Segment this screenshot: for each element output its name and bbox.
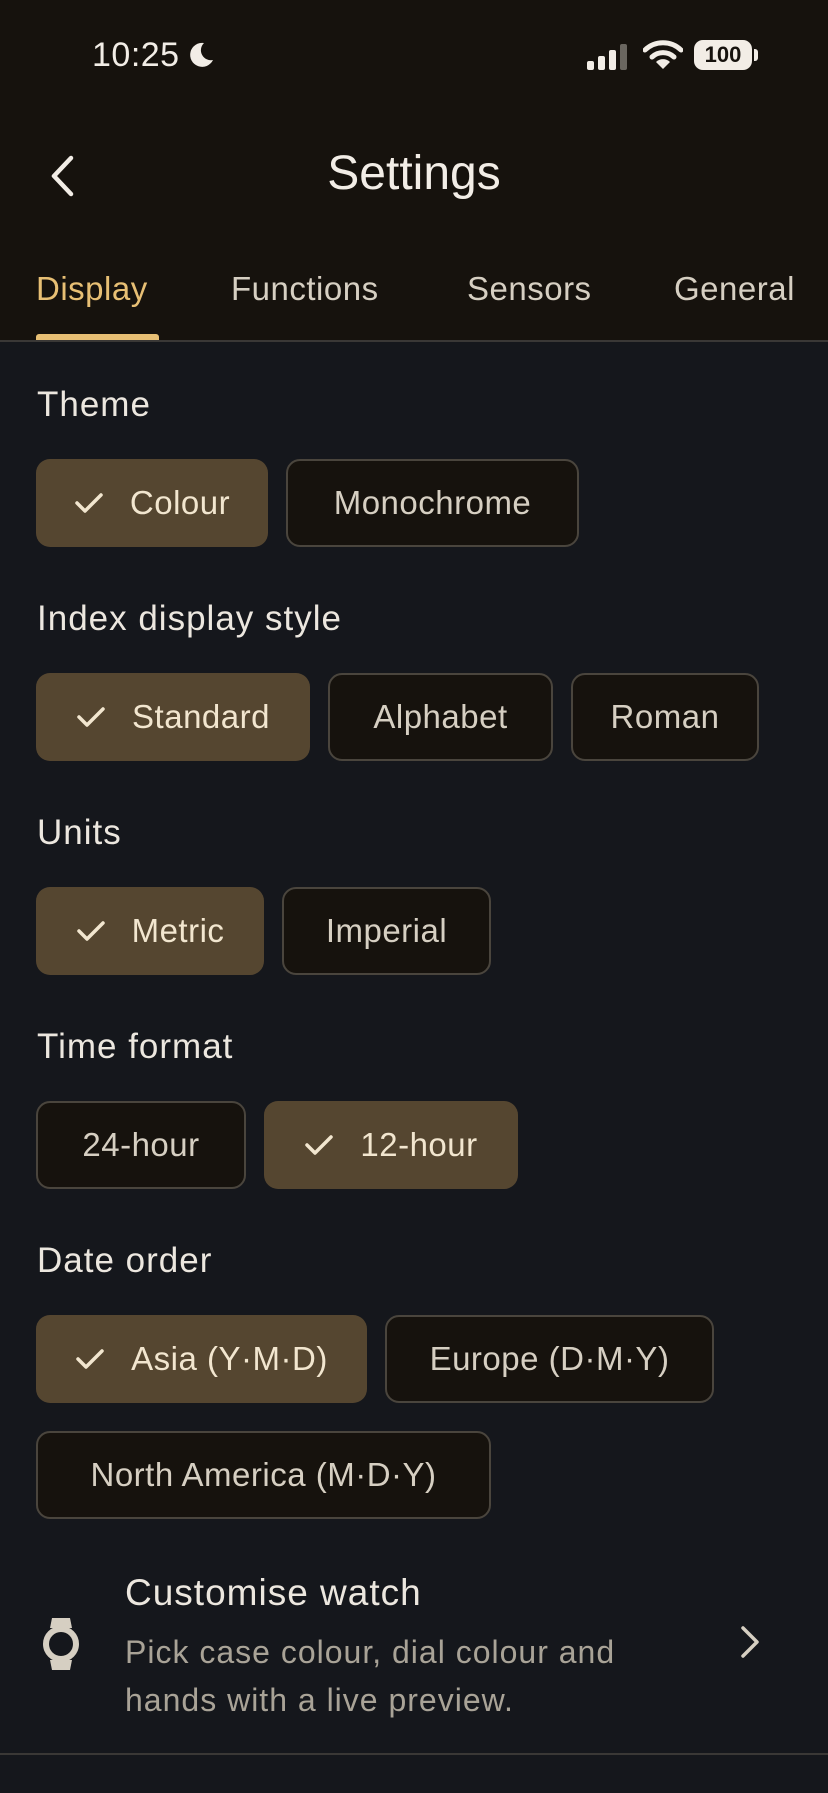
- check-icon: [77, 707, 105, 727]
- customise-watch-description: Pick case colour, dial colour and hands …: [125, 1634, 616, 1718]
- chip-label: Asia (Y·M·D): [131, 1340, 328, 1377]
- wifi-icon: [643, 40, 683, 69]
- check-icon: [76, 921, 105, 941]
- date-europe-chip[interactable]: Europe (D·M·Y): [385, 1315, 714, 1403]
- section-divider: [0, 1753, 828, 1755]
- chip-label: 24-hour: [82, 1126, 200, 1163]
- chip-label: North America (M·D·Y): [90, 1456, 437, 1493]
- tab-display[interactable]: Display: [36, 270, 148, 308]
- theme-label: Theme: [37, 385, 151, 424]
- watch-icon: [43, 1618, 79, 1670]
- tab-sensors[interactable]: Sensors: [467, 270, 592, 308]
- cellular-signal-icon: [587, 44, 627, 70]
- check-icon: [76, 1349, 104, 1369]
- tab-general[interactable]: General: [674, 270, 795, 308]
- customise-watch-title: Customise watch: [125, 1572, 422, 1613]
- chip-label: Europe (D·M·Y): [429, 1340, 670, 1377]
- time-format-label: Time format: [37, 1027, 234, 1066]
- date-asia-chip[interactable]: Asia (Y·M·D): [36, 1315, 367, 1403]
- page-title: Settings: [327, 147, 501, 200]
- moon-icon: [190, 42, 213, 67]
- chip-label: Metric: [131, 912, 225, 949]
- theme-colour-chip[interactable]: Colour: [36, 459, 268, 547]
- chip-label: Standard: [132, 698, 270, 735]
- index-standard-chip[interactable]: Standard: [36, 673, 310, 761]
- time-12-hour-chip[interactable]: 12-hour: [264, 1101, 518, 1189]
- check-icon: [75, 493, 103, 513]
- chip-label: Roman: [610, 698, 720, 735]
- tab-divider: [0, 340, 828, 342]
- top-bar: 10:25 100 Settings Display Functions Sen…: [0, 0, 828, 341]
- date-order-label: Date order: [37, 1241, 213, 1280]
- chip-label: Alphabet: [373, 698, 508, 735]
- status-time: 10:25: [92, 36, 180, 74]
- tab-functions[interactable]: Functions: [231, 270, 379, 308]
- time-24-hour-chip[interactable]: 24-hour: [36, 1101, 246, 1189]
- chip-label: 12-hour: [360, 1126, 478, 1163]
- theme-monochrome-chip[interactable]: Monochrome: [286, 459, 579, 547]
- date-north-america-chip[interactable]: North America (M·D·Y): [36, 1431, 491, 1519]
- battery-icon: 100: [694, 40, 752, 70]
- chip-label: Imperial: [325, 912, 448, 949]
- index-roman-chip[interactable]: Roman: [571, 673, 759, 761]
- units-label: Units: [37, 813, 122, 852]
- units-metric-chip[interactable]: Metric: [36, 887, 264, 975]
- battery-nub: [754, 49, 758, 61]
- chevron-right-icon: [741, 1626, 759, 1658]
- check-icon: [305, 1135, 334, 1155]
- index-alphabet-chip[interactable]: Alphabet: [328, 673, 553, 761]
- tab-bar: Display Functions Sensors General: [0, 262, 828, 342]
- customise-watch-row[interactable]: Customise watch Pick case colour, dial c…: [0, 1560, 828, 1754]
- chip-label: Colour: [129, 484, 231, 521]
- index-style-label: Index display style: [37, 599, 342, 638]
- units-imperial-chip[interactable]: Imperial: [282, 887, 491, 975]
- chip-label: Monochrome: [333, 484, 532, 521]
